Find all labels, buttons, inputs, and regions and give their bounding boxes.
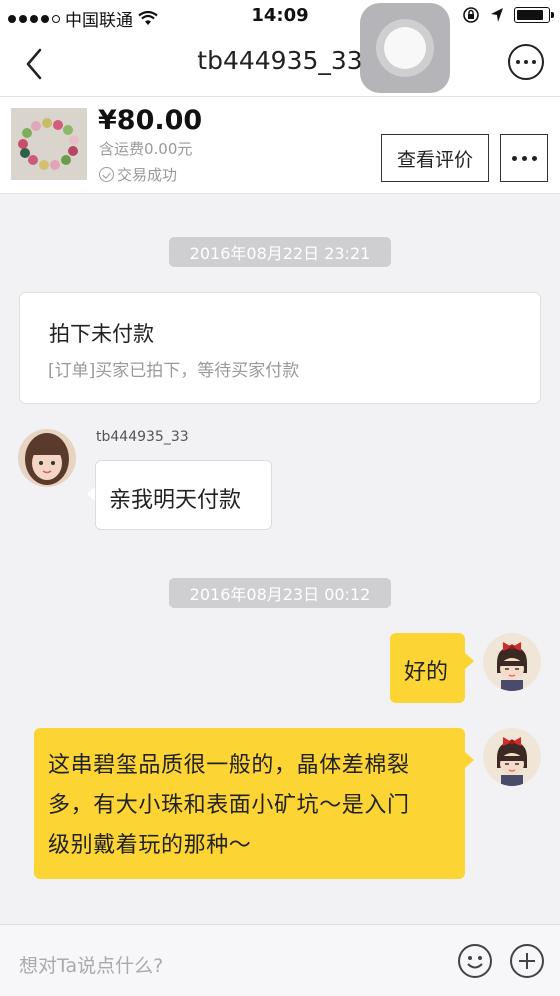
product-price: ¥80.00 xyxy=(98,105,203,136)
message-input[interactable]: 想对Ta说点什么? xyxy=(19,951,163,978)
seller-message-line: 这串碧玺品质很一般的，晶体差棉裂 xyxy=(48,753,410,778)
status-bar: 中国联通 14:09 xyxy=(0,0,560,32)
battery-icon xyxy=(514,7,554,23)
seller-message-bubble[interactable]: 好的 xyxy=(390,633,465,703)
order-notice-subtitle: [订单]买家已拍下，等待买家付款 xyxy=(48,361,300,381)
timestamp-chip: 2016年08月23日 00:12 xyxy=(169,578,391,608)
order-notice-title: 拍下未付款 xyxy=(49,322,154,346)
more-dots-icon[interactable] xyxy=(508,44,544,80)
buyer-avatar[interactable] xyxy=(18,429,76,487)
plus-icon[interactable] xyxy=(510,944,544,978)
location-arrow-icon xyxy=(491,8,503,22)
seller-avatar[interactable] xyxy=(483,633,541,691)
seller-message-line: 级别戴着玩的那种～ xyxy=(48,833,252,858)
seller-message-line: 多，有大小珠和表面小矿坑～是入门 xyxy=(48,793,410,818)
product-more-button[interactable] xyxy=(500,134,548,182)
buyer-message-bubble[interactable]: 亲我明天付款 xyxy=(95,460,272,530)
assistive-touch-button[interactable] xyxy=(360,3,450,93)
view-review-button[interactable]: 查看评价 xyxy=(381,134,489,182)
product-thumbnail[interactable] xyxy=(11,108,87,180)
order-notice-card[interactable]: 拍下未付款 [订单]买家已拍下，等待买家付款 xyxy=(19,292,541,404)
chat-header: tb444935_33 xyxy=(0,32,560,96)
check-circle-icon xyxy=(99,167,114,182)
message-input-bar: 想对Ta说点什么? xyxy=(0,924,560,996)
lock-rotation-icon xyxy=(463,7,479,23)
buyer-message-text: 亲我明天付款 xyxy=(109,488,242,513)
order-status-label: 交易成功 xyxy=(117,166,178,184)
product-card[interactable]: ¥80.00 含运费0.00元 交易成功 查看评价 xyxy=(0,96,560,194)
chat-title: tb444935_33 xyxy=(197,46,363,75)
order-status: 交易成功 xyxy=(99,164,177,185)
seller-message-text: 好的 xyxy=(404,660,449,685)
seller-avatar[interactable] xyxy=(483,728,541,786)
seller-message-bubble[interactable]: 这串碧玺品质很一般的，晶体差棉裂 多，有大小珠和表面小矿坑～是入门 级别戴着玩的… xyxy=(34,728,465,879)
bubble-tail xyxy=(465,653,474,669)
bubble-tail xyxy=(465,752,474,768)
timestamp-chip: 2016年08月22日 23:21 xyxy=(169,237,391,267)
shipping-fee: 含运费0.00元 xyxy=(99,140,193,158)
emoji-icon[interactable] xyxy=(458,944,492,978)
buyer-name: tb444935_33 xyxy=(96,429,189,445)
